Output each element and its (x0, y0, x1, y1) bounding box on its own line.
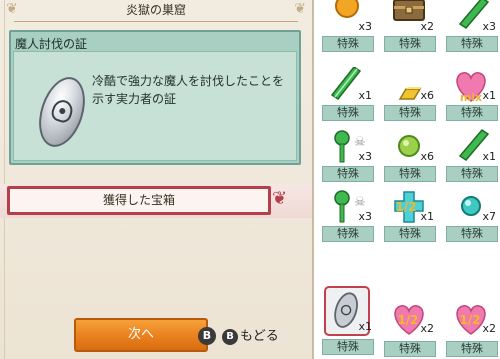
category-label: 特殊 (446, 166, 498, 182)
category-label: 特殊 (322, 226, 374, 242)
left-panel: ❦ ❦ 炎獄の巣窟 魔人討伐の証 冷酷で強力な魔人を討伐したことを示す実力者の証… (0, 0, 312, 359)
next-button[interactable]: 次へ (74, 318, 208, 352)
reward-cell-selected[interactable]: x1 特殊 (316, 286, 378, 359)
item-detail-body: 冷酷で強力な魔人を討伐したことを示す実力者の証 (13, 51, 297, 161)
category-label: 特殊 (384, 36, 436, 52)
item-description: 冷酷で強力な魔人を討伐したことを示す実力者の証 (92, 74, 285, 106)
reward-grid: x3 特殊 x2 特殊 x3 特殊 x1 特殊 x6 特殊 mix x1 特殊 … (312, 0, 500, 359)
reward-cell[interactable]: 1/2 x2 特殊 (378, 298, 440, 357)
reward-cell[interactable]: mix x1 特殊 (440, 65, 500, 123)
item-quantity: x1 (358, 89, 372, 102)
reward-cell[interactable]: x1 特殊 (316, 65, 378, 123)
silver-coin-icon (30, 71, 94, 153)
item-quantity: x1 (482, 89, 496, 102)
category-label: 特殊 (384, 341, 436, 357)
category-label: 特殊 (384, 226, 436, 242)
category-label: 特殊 (446, 226, 498, 242)
item-quantity: x2 (420, 20, 434, 33)
back-button[interactable]: B もどる (222, 328, 279, 346)
reward-cell[interactable]: 1/2 x1 特殊 (378, 186, 440, 244)
item-quantity: x1 (420, 210, 434, 223)
item-quantity: x3 (358, 210, 372, 223)
item-quantity: x3 (358, 150, 372, 163)
item-quantity: x1 (358, 320, 372, 333)
item-quantity: x2 (482, 322, 496, 335)
item-name: 魔人討伐の証 (15, 37, 88, 51)
svg-text:1/2: 1/2 (459, 313, 480, 327)
svg-text:mix: mix (460, 91, 482, 104)
category-label: 特殊 (384, 166, 436, 182)
reward-cell[interactable]: x6 特殊 (378, 65, 440, 123)
reward-cell[interactable]: x3 特殊 (440, 0, 500, 54)
svg-text:☠: ☠ (354, 135, 366, 150)
reward-cell[interactable]: 1/2 x2 特殊 (440, 298, 500, 357)
reward-cell[interactable]: x7 特殊 (440, 186, 500, 244)
category-label: 特殊 (446, 105, 498, 121)
item-quantity: x7 (482, 210, 496, 223)
ornament-icon: ❦ (272, 188, 288, 209)
item-quantity: x3 (482, 20, 496, 33)
svg-text:1/2: 1/2 (395, 200, 416, 214)
item-quantity: x6 (420, 89, 434, 102)
item-quantity: x6 (420, 150, 434, 163)
category-label: 特殊 (446, 36, 498, 52)
category-label: 特殊 (322, 166, 374, 182)
category-label: 特殊 (384, 105, 436, 121)
reward-cell[interactable]: x1 特殊 (440, 126, 500, 184)
item-quantity: x2 (420, 322, 434, 335)
reward-cell[interactable]: ☠ x3 特殊 (316, 186, 378, 244)
reward-cell[interactable]: x2 特殊 (378, 0, 440, 54)
b-button-icon: B (222, 328, 238, 345)
category-label: 特殊 (446, 341, 498, 357)
reward-cell[interactable]: x6 特殊 (378, 126, 440, 184)
item-quantity: x1 (482, 150, 496, 163)
stage-title: 炎獄の巣窟 (125, 3, 186, 17)
svg-text:1/2: 1/2 (397, 313, 418, 327)
section-header: 獲得した宝箱 (7, 186, 271, 215)
category-label: 特殊 (322, 36, 374, 52)
b-button-icon: B (198, 327, 216, 345)
item-detail-card: 魔人討伐の証 冷酷で強力な魔人を討伐したことを示す実力者の証 (9, 30, 301, 165)
svg-text:☠: ☠ (354, 195, 366, 210)
title-divider (14, 21, 298, 22)
back-label: もどる (240, 329, 279, 344)
reward-cell[interactable]: x3 特殊 (316, 0, 378, 54)
category-label: 特殊 (322, 105, 374, 121)
reward-cell[interactable]: ☠ x3 特殊 (316, 126, 378, 184)
category-label: 特殊 (322, 339, 374, 355)
item-quantity: x3 (358, 20, 372, 33)
